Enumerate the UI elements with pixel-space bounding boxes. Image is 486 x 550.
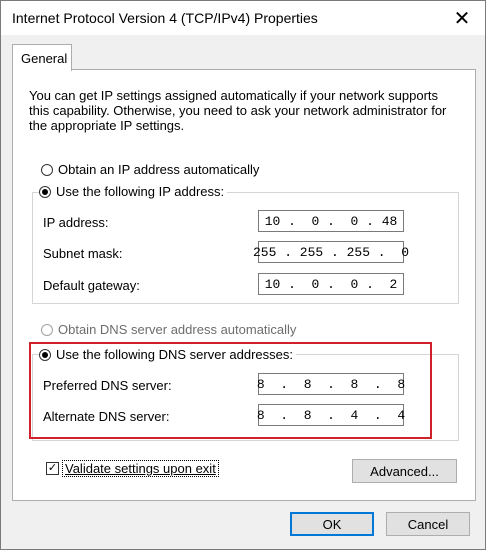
use-following-ip-label: Use the following IP address:	[56, 184, 225, 199]
dns-highlight-box	[29, 342, 432, 439]
tab-general[interactable]: General	[12, 44, 72, 71]
default-gateway-label: Default gateway:	[43, 278, 140, 293]
validate-settings-label: Validate settings upon exit	[62, 460, 219, 477]
close-icon[interactable]: ✕	[439, 1, 485, 35]
obtain-ip-auto-radio[interactable]: Obtain an IP address automatically	[41, 162, 259, 177]
general-panel: You can get IP settings assigned automat…	[12, 69, 476, 501]
validate-settings-checkbox[interactable]: ✓ Validate settings upon exit	[46, 460, 219, 477]
title-bar: Internet Protocol Version 4 (TCP/IPv4) P…	[1, 1, 485, 35]
default-gateway-input[interactable]: 10 . 0 . 0 . 2	[258, 273, 404, 295]
advanced-button[interactable]: Advanced...	[352, 459, 457, 483]
radio-icon	[41, 323, 53, 336]
obtain-ip-auto-label: Obtain an IP address automatically	[58, 162, 260, 177]
obtain-dns-auto-label: Obtain DNS server address automatically	[58, 322, 297, 337]
window-title: Internet Protocol Version 4 (TCP/IPv4) P…	[12, 10, 318, 26]
radio-selected-icon	[39, 185, 51, 198]
tab-general-label: General	[21, 51, 68, 66]
subnet-mask-label: Subnet mask:	[43, 246, 123, 261]
checkbox-checked-icon: ✓	[46, 462, 59, 475]
description-text: You can get IP settings assigned automat…	[29, 88, 447, 133]
dialog-window: Internet Protocol Version 4 (TCP/IPv4) P…	[0, 0, 486, 550]
subnet-mask-input[interactable]: 255 . 255 . 255 . 0	[253, 241, 409, 263]
ip-address-input[interactable]: 10 . 0 . 0 . 48	[258, 210, 404, 232]
cancel-button[interactable]: Cancel	[386, 512, 470, 536]
radio-icon	[41, 163, 53, 176]
ip-address-label: IP address:	[43, 215, 109, 230]
ok-button[interactable]: OK	[290, 512, 374, 536]
use-following-ip-radio[interactable]: Use the following IP address:	[39, 184, 228, 199]
obtain-dns-auto-radio[interactable]: Obtain DNS server address automatically	[41, 322, 296, 337]
